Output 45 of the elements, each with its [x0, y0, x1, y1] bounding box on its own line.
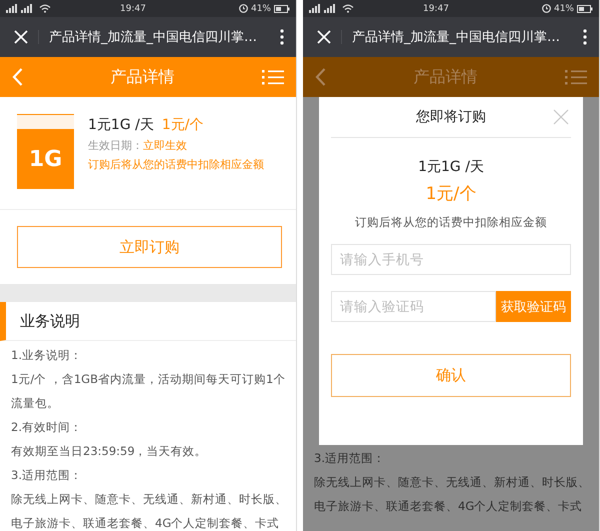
battery-percent: 41%	[250, 4, 271, 14]
close-icon[interactable]	[317, 30, 342, 44]
date-value: 立即生效	[143, 138, 187, 153]
get-code-button[interactable]: 获取验证码	[496, 291, 571, 322]
status-time: 19:47	[422, 4, 450, 14]
menu-icon[interactable]	[565, 69, 587, 85]
product-badge: 1G	[17, 115, 74, 189]
wifi-icon	[342, 4, 354, 13]
phone-input-field[interactable]: 请输入手机号	[331, 244, 571, 275]
page-title: 产品详情_加流量_中国电信四川掌…	[49, 29, 258, 46]
status-time: 19:47	[119, 4, 147, 14]
description-text: 有效期至当日23:59:59，当天有效。	[11, 443, 208, 460]
description-text: 3.适用范围：	[11, 467, 83, 484]
app-title: 产品详情	[110, 66, 176, 88]
battery-percent: 41%	[554, 4, 574, 14]
section-title: 业务说明	[20, 312, 80, 330]
page-title: 产品详情_加流量_中国电信四川掌…	[352, 29, 561, 46]
alarm-icon	[542, 4, 551, 13]
description-text: 3.适用范围：	[314, 450, 386, 467]
description-text: 1元/个 ，含1GB省内流量，活动期间每天可订购1个流量包。	[11, 371, 286, 412]
battery-icon	[577, 4, 593, 12]
product-price: 1元/个	[426, 183, 476, 205]
close-icon[interactable]	[14, 30, 39, 44]
deduction-notice: 订购后将从您的话费中扣除相应金额	[88, 157, 264, 172]
more-icon[interactable]	[280, 29, 284, 45]
dialog-title: 您即将订购	[416, 108, 486, 126]
battery-icon	[274, 4, 290, 12]
confirm-button[interactable]: 确认	[331, 354, 571, 397]
product-price: 1元/个	[162, 116, 204, 134]
description-text: 除无线上网卡、随意卡、无线通、新村通、时长版、电子旅游卡、联通老套餐、4G个人定制套餐、卡式	[314, 474, 591, 515]
menu-icon[interactable]	[262, 69, 284, 85]
date-label: 生效日期：	[88, 138, 143, 153]
app-title: 产品详情	[412, 66, 478, 88]
description-text: 除无线上网卡、随意卡、无线通、新村通、时长版、电子旅游卡、联通老套餐、4G个人定制套餐、卡式	[11, 491, 288, 531]
product-name: 1元1G /天	[418, 158, 484, 176]
code-input-field[interactable]: 请输入验证码	[331, 291, 496, 322]
deduction-notice: 订购后将从您的话费中扣除相应金额	[355, 215, 547, 230]
more-icon[interactable]	[583, 29, 587, 45]
back-icon[interactable]	[315, 68, 326, 86]
order-button[interactable]: 立即订购	[17, 226, 282, 268]
description-text: 1.业务说明：	[11, 347, 83, 364]
alarm-icon	[238, 4, 248, 13]
product-name: 1元1G /天	[88, 116, 154, 134]
description-text: 2.有效时间：	[11, 419, 83, 436]
wifi-icon	[39, 4, 51, 13]
